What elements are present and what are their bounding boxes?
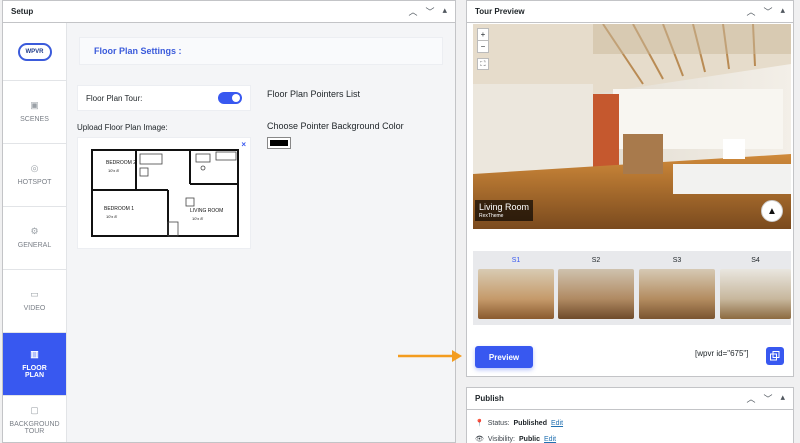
collapse-icon[interactable]: ▴ <box>780 5 785 18</box>
scene-title-overlay: Living Room RexTheme <box>475 200 534 221</box>
scene-thumb-s2[interactable]: S2 <box>558 257 634 319</box>
floor-plan-settings: Floor Plan Settings : Floor Plan Tour: F… <box>67 23 455 442</box>
move-up-icon[interactable]: ︿ <box>746 5 755 18</box>
svg-text:LIVING ROOM: LIVING ROOM <box>190 208 223 214</box>
svg-text:BEDROOM 2: BEDROOM 2 <box>106 160 136 166</box>
zoom-controls: + − <box>477 28 489 53</box>
sidebar-item-scenes[interactable]: ▣ SCENES <box>3 81 66 144</box>
tour-preview-header: Tour Preview ︿ ﹀ ▴ <box>467 1 793 23</box>
gear-icon: ⚙ <box>30 226 39 236</box>
zoom-in-button[interactable]: + <box>478 29 488 41</box>
move-up-icon[interactable]: ︿ <box>746 392 755 405</box>
settings-title: Floor Plan Settings : <box>79 37 443 65</box>
publish-title: Publish <box>475 394 504 403</box>
copy-icon <box>770 351 780 361</box>
status-edit-link[interactable]: Edit <box>551 420 563 427</box>
tour-preview-panel: Tour Preview ︿ ﹀ ▴ + − ⛶ Living Room Rex… <box>466 0 794 377</box>
move-down-icon[interactable]: ﹀ <box>763 392 772 405</box>
svg-text:10'x 8': 10'x 8' <box>108 168 120 173</box>
status-row: 📍 Status: Published Edit <box>475 419 564 428</box>
arrow-annotation-icon <box>398 350 462 362</box>
pointers-list-label: Floor Plan Pointers List <box>267 89 361 99</box>
setup-panel-header: Setup ︿ ﹀ ▴ <box>3 1 455 23</box>
setup-panel: Setup ︿ ﹀ ▴ WPVR ▣ SCENES ◎ HOTSPOT ⚙ GE… <box>2 0 456 443</box>
setup-sidebar: WPVR ▣ SCENES ◎ HOTSPOT ⚙ GENERAL ▭ VIDE… <box>3 23 67 442</box>
scene-thumb-s4[interactable]: S4 <box>720 257 791 319</box>
hotspot-icon: ◎ <box>30 163 39 173</box>
floor-plan-tour-row: Floor Plan Tour: <box>77 85 251 111</box>
sidebar-item-general[interactable]: ⚙ GENERAL <box>3 207 66 270</box>
move-up-icon[interactable]: ︿ <box>408 5 417 18</box>
floor-plan-tour-toggle[interactable] <box>218 92 242 104</box>
map-icon: ▥ <box>30 348 39 359</box>
upload-label: Upload Floor Plan Image: <box>77 123 168 132</box>
copy-shortcode-button[interactable] <box>766 347 784 365</box>
wpvr-logo: WPVR <box>3 23 66 81</box>
pointer-bg-label: Choose Pointer Background Color <box>267 121 404 131</box>
compass-icon[interactable]: ▲ <box>761 200 783 222</box>
tour-preview-title: Tour Preview <box>475 7 525 16</box>
fullscreen-icon[interactable]: ⛶ <box>477 58 489 70</box>
video-icon: ▭ <box>30 289 39 299</box>
pin-icon: 📍 <box>475 420 484 427</box>
sidebar-item-video[interactable]: ▭ VIDEO <box>3 270 66 333</box>
sidebar-item-background-tour[interactable]: ▢ BACKGROUND TOUR <box>3 396 66 443</box>
svg-text:BEDROOM 1: BEDROOM 1 <box>104 206 134 212</box>
visibility-row: 👁 Visibility: Public Edit <box>475 435 557 443</box>
sidebar-item-floor-plan[interactable]: ▥ FLOOR PLAN <box>3 333 66 396</box>
eye-icon: 👁 <box>475 436 484 443</box>
svg-text:10'x 8': 10'x 8' <box>106 214 118 219</box>
visibility-edit-link[interactable]: Edit <box>544 436 556 443</box>
preview-button[interactable]: Preview <box>475 346 533 368</box>
setup-title: Setup <box>11 7 34 16</box>
floor-plan-drawing: BEDROOM 2 10'x 8' BEDROOM 1 10'x 8' LIVI… <box>91 149 239 237</box>
pointer-color-picker[interactable] <box>267 137 291 149</box>
scene-gallery: S1 S2 S3 S4 <box>473 251 791 325</box>
scene-thumb-s3[interactable]: S3 <box>639 257 715 319</box>
panorama-viewer[interactable]: + − ⛶ Living Room RexTheme ▲ <box>473 24 791 229</box>
close-icon[interactable]: × <box>241 140 246 149</box>
zoom-out-button[interactable]: − <box>478 41 488 52</box>
collapse-icon[interactable]: ▴ <box>442 5 447 18</box>
move-down-icon[interactable]: ﹀ <box>763 5 772 18</box>
panorama-image <box>473 24 791 229</box>
floor-plan-image[interactable]: × BEDROOM 2 10'x 8' BEDROOM 1 10'x 8' LI… <box>77 137 251 249</box>
collapse-icon[interactable]: ▴ <box>780 392 785 405</box>
scene-thumb-s1[interactable]: S1 <box>478 257 554 319</box>
publish-panel: Publish ︿ ﹀ ▴ 📍 Status: Published Edit 👁… <box>466 387 794 443</box>
floor-plan-tour-label: Floor Plan Tour: <box>86 93 143 103</box>
move-down-icon[interactable]: ﹀ <box>425 5 434 18</box>
shortcode-text: [wpvr id="675"] <box>695 349 749 358</box>
svg-text:10'x 8': 10'x 8' <box>192 216 204 221</box>
sidebar-item-hotspot[interactable]: ◎ HOTSPOT <box>3 144 66 207</box>
scenes-icon: ▣ <box>30 100 39 110</box>
publish-header: Publish ︿ ﹀ ▴ <box>467 388 793 410</box>
background-icon: ▢ <box>30 405 39 415</box>
